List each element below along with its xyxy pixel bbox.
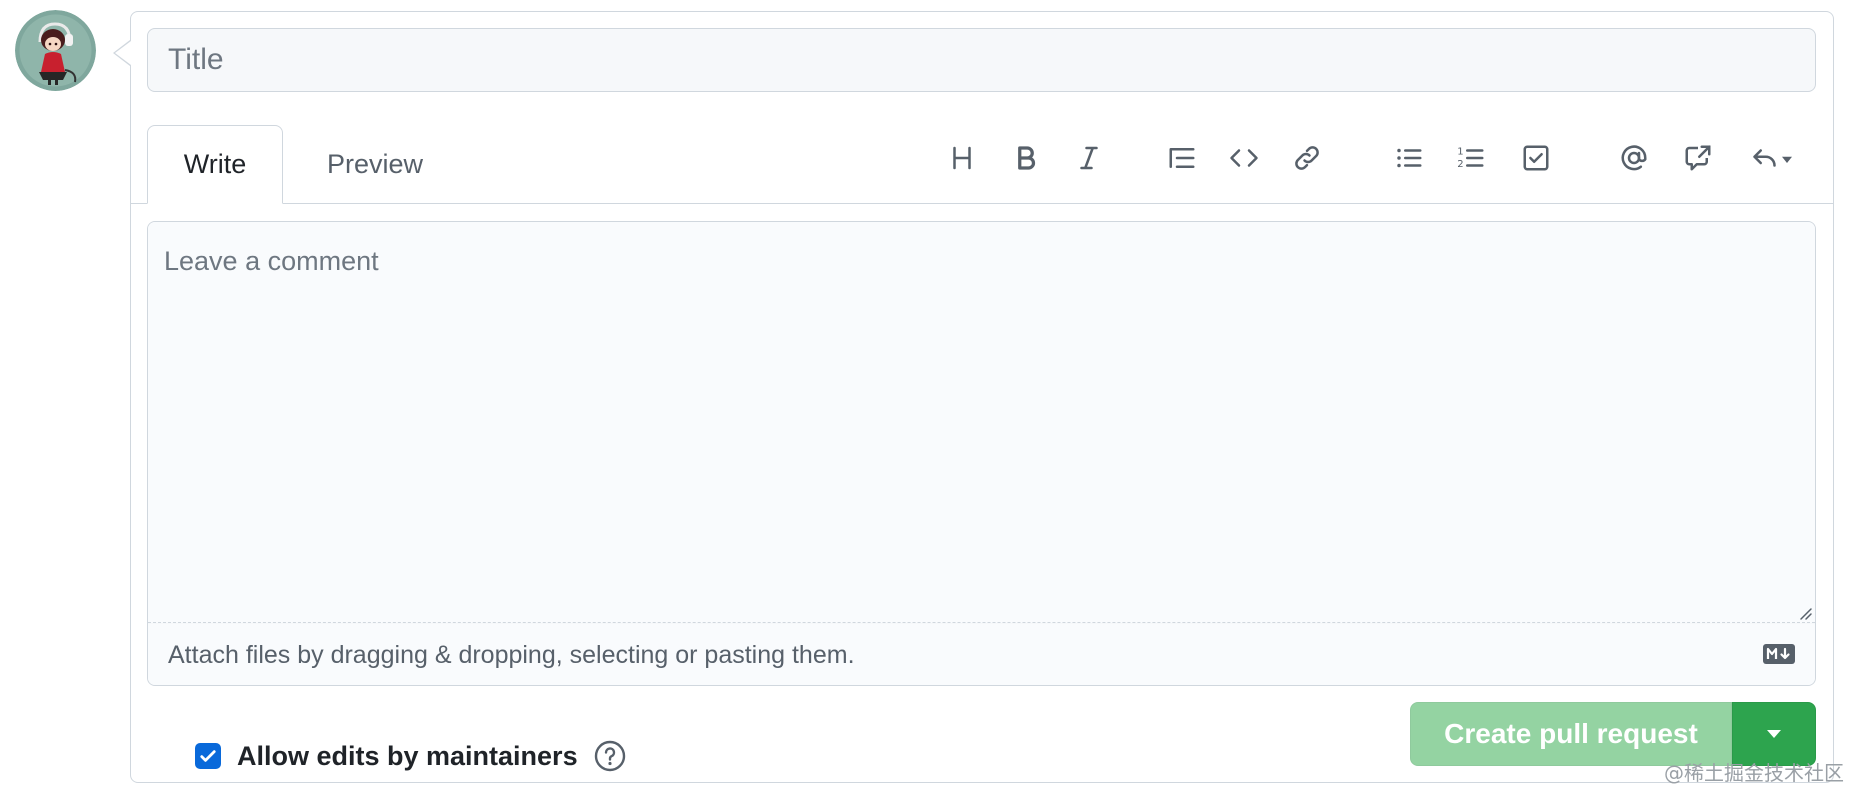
quote-button[interactable] — [1160, 138, 1204, 178]
allow-maintainer-edits-row: Allow edits by maintainers — [195, 738, 626, 774]
allow-maintainer-edits-label[interactable]: Allow edits by maintainers — [237, 741, 578, 772]
comment-textarea[interactable] — [148, 222, 1815, 623]
bold-button[interactable] — [1004, 138, 1048, 178]
question-icon[interactable] — [594, 740, 626, 772]
link-button[interactable] — [1285, 138, 1329, 178]
checkmark-icon — [200, 750, 216, 762]
heading-button[interactable] — [940, 138, 984, 178]
bulleted-list-icon — [1397, 148, 1422, 168]
attach-files-bar[interactable]: Attach files by dragging & dropping, sel… — [148, 624, 1815, 685]
link-icon — [1295, 146, 1319, 170]
saved-replies-icon — [1753, 149, 1792, 167]
resize-handle-icon[interactable] — [1797, 605, 1813, 621]
italic-icon — [1080, 146, 1098, 170]
cross-reference-button[interactable] — [1676, 138, 1720, 178]
numbered-list-button[interactable]: 1 2 — [1449, 138, 1493, 178]
watermark: @稀土掘金技术社区 — [1664, 761, 1844, 785]
comment-box: Attach files by dragging & dropping, sel… — [147, 221, 1816, 686]
tab-preview[interactable]: Preview — [305, 125, 445, 204]
numbered-list-icon: 1 2 — [1457, 146, 1484, 170]
svg-text:1: 1 — [1457, 146, 1463, 157]
pr-title-input[interactable] — [147, 28, 1816, 92]
code-icon — [1230, 149, 1258, 167]
mention-icon — [1621, 145, 1647, 171]
italic-button[interactable] — [1067, 138, 1111, 178]
quote-icon — [1169, 148, 1195, 168]
tab-write[interactable]: Write — [147, 125, 283, 204]
code-button[interactable] — [1222, 138, 1266, 178]
mention-button[interactable] — [1612, 138, 1656, 178]
svg-text:2: 2 — [1457, 159, 1463, 170]
triangle-down-icon — [1767, 730, 1781, 738]
allow-maintainer-edits-checkbox[interactable] — [195, 743, 221, 769]
cross-reference-icon — [1685, 145, 1711, 171]
saved-replies-button[interactable] — [1742, 138, 1802, 178]
bold-icon — [1018, 146, 1036, 170]
markdown-icon[interactable] — [1763, 644, 1795, 664]
bulleted-list-button[interactable] — [1387, 138, 1431, 178]
task-list-icon — [1523, 145, 1549, 171]
heading-icon — [953, 146, 971, 170]
avatar[interactable] — [15, 10, 96, 91]
timeline-caret-fill — [115, 41, 131, 65]
attach-files-hint: Attach files by dragging & dropping, sel… — [168, 640, 855, 669]
task-list-button[interactable] — [1514, 138, 1558, 178]
